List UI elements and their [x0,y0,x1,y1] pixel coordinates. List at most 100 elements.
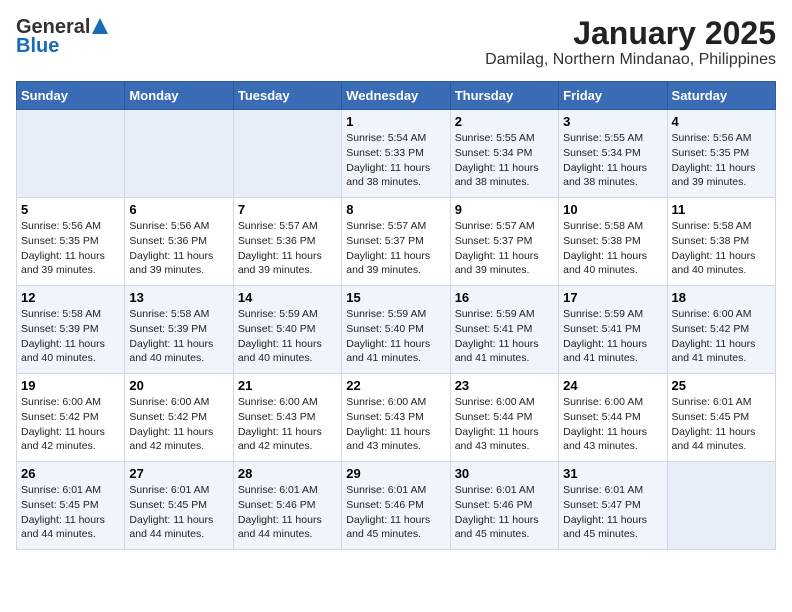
calendar-body: 1 Sunrise: 5:54 AMSunset: 5:33 PMDaylight… [17,110,776,550]
day-info: Sunrise: 5:58 AMSunset: 5:38 PMDaylight:… [563,219,662,278]
day-number: 12 [21,290,120,305]
day-info: Sunrise: 6:00 AMSunset: 5:44 PMDaylight:… [455,395,554,454]
logo-blue-text: Blue [16,35,59,58]
day-info: Sunrise: 6:01 AMSunset: 5:47 PMDaylight:… [563,483,662,542]
day-info: Sunrise: 5:58 AMSunset: 5:39 PMDaylight:… [21,307,120,366]
calendar-cell: 17 Sunrise: 5:59 AMSunset: 5:41 PMDayligh… [559,286,667,374]
calendar-cell: 30 Sunrise: 6:01 AMSunset: 5:46 PMDayligh… [450,462,558,550]
header-cell-saturday: Saturday [667,82,775,110]
calendar-cell: 8Sunrise: 5:57 AMSunset: 5:37 PMDaylight… [342,198,450,286]
day-number: 17 [563,290,662,305]
calendar-table: SundayMondayTuesdayWednesdayThursdayFrid… [16,81,776,550]
day-number: 24 [563,378,662,393]
calendar-cell: 5 Sunrise: 5:56 AMSunset: 5:35 PMDaylight… [17,198,125,286]
day-info: Sunrise: 5:58 AMSunset: 5:38 PMDaylight:… [672,219,771,278]
day-number: 16 [455,290,554,305]
calendar-cell: 2Sunrise: 5:55 AMSunset: 5:34 PMDaylight… [450,110,558,198]
calendar-cell: 13Sunrise: 5:58 AMSunset: 5:39 PMDayligh… [125,286,233,374]
day-info: Sunrise: 5:59 AMSunset: 5:40 PMDaylight:… [346,307,445,366]
day-info: Sunrise: 5:56 AMSunset: 5:35 PMDaylight:… [21,219,120,278]
day-number: 15 [346,290,445,305]
day-number: 26 [21,466,120,481]
calendar-cell: 25 Sunrise: 6:01 AMSunset: 5:45 PMDayligh… [667,374,775,462]
calendar-cell: 9 Sunrise: 5:57 AMSunset: 5:37 PMDaylight… [450,198,558,286]
day-info: Sunrise: 5:59 AMSunset: 5:41 PMDaylight:… [563,307,662,366]
day-number: 5 [21,202,120,217]
calendar-cell: 28 Sunrise: 6:01 AMSunset: 5:46 PMDayligh… [233,462,341,550]
calendar-cell: 4Sunrise: 5:56 AMSunset: 5:35 PMDaylight… [667,110,775,198]
day-number: 10 [563,202,662,217]
week-row-2: 5 Sunrise: 5:56 AMSunset: 5:35 PMDaylight… [17,198,776,286]
day-info: Sunrise: 6:01 AMSunset: 5:46 PMDaylight:… [346,483,445,542]
calendar-cell [17,110,125,198]
day-info: Sunrise: 6:01 AMSunset: 5:45 PMDaylight:… [129,483,228,542]
day-number: 29 [346,466,445,481]
day-number: 28 [238,466,337,481]
day-info: Sunrise: 5:59 AMSunset: 5:41 PMDaylight:… [455,307,554,366]
day-number: 21 [238,378,337,393]
week-row-4: 19 Sunrise: 6:00 AMSunset: 5:42 PMDayligh… [17,374,776,462]
logo: General Blue [16,16,109,58]
day-number: 11 [672,202,771,217]
calendar-cell: 6 Sunrise: 5:56 AMSunset: 5:36 PMDaylight… [125,198,233,286]
title-block: January 2025 Damilag, Northern Mindanao,… [485,16,776,69]
day-info: Sunrise: 6:01 AMSunset: 5:45 PMDaylight:… [672,395,771,454]
calendar-header: SundayMondayTuesdayWednesdayThursdayFrid… [17,82,776,110]
page-subtitle: Damilag, Northern Mindanao, Philippines [485,51,776,69]
day-info: Sunrise: 5:56 AMSunset: 5:36 PMDaylight:… [129,219,228,278]
day-info: Sunrise: 5:59 AMSunset: 5:40 PMDaylight:… [238,307,337,366]
calendar-cell: 19 Sunrise: 6:00 AMSunset: 5:42 PMDayligh… [17,374,125,462]
day-number: 22 [346,378,445,393]
calendar-cell: 1 Sunrise: 5:54 AMSunset: 5:33 PMDaylight… [342,110,450,198]
calendar-cell [233,110,341,198]
calendar-cell [667,462,775,550]
day-info: Sunrise: 5:57 AMSunset: 5:37 PMDaylight:… [346,219,445,278]
day-info: Sunrise: 5:55 AMSunset: 5:34 PMDaylight:… [563,131,662,190]
day-info: Sunrise: 6:00 AMSunset: 5:42 PMDaylight:… [21,395,120,454]
header-cell-wednesday: Wednesday [342,82,450,110]
calendar-cell: 20Sunrise: 6:00 AMSunset: 5:42 PMDayligh… [125,374,233,462]
day-info: Sunrise: 6:00 AMSunset: 5:43 PMDaylight:… [238,395,337,454]
header-cell-sunday: Sunday [17,82,125,110]
calendar-cell: 10 Sunrise: 5:58 AMSunset: 5:38 PMDayligh… [559,198,667,286]
day-number: 14 [238,290,337,305]
calendar-cell: 22Sunrise: 6:00 AMSunset: 5:43 PMDayligh… [342,374,450,462]
calendar-cell: 12 Sunrise: 5:58 AMSunset: 5:39 PMDayligh… [17,286,125,374]
day-info: Sunrise: 6:01 AMSunset: 5:46 PMDaylight:… [455,483,554,542]
calendar-cell [125,110,233,198]
calendar-cell: 29 Sunrise: 6:01 AMSunset: 5:46 PMDayligh… [342,462,450,550]
day-number: 7 [238,202,337,217]
calendar-cell: 23 Sunrise: 6:00 AMSunset: 5:44 PMDayligh… [450,374,558,462]
calendar-cell: 31 Sunrise: 6:01 AMSunset: 5:47 PMDayligh… [559,462,667,550]
day-number: 9 [455,202,554,217]
day-info: Sunrise: 5:57 AMSunset: 5:37 PMDaylight:… [455,219,554,278]
calendar-cell: 21 Sunrise: 6:00 AMSunset: 5:43 PMDayligh… [233,374,341,462]
day-info: Sunrise: 6:00 AMSunset: 5:42 PMDaylight:… [672,307,771,366]
day-number: 31 [563,466,662,481]
day-number: 13 [129,290,228,305]
calendar-cell: 27 Sunrise: 6:01 AMSunset: 5:45 PMDayligh… [125,462,233,550]
day-number: 18 [672,290,771,305]
day-number: 19 [21,378,120,393]
day-number: 25 [672,378,771,393]
calendar-cell: 15 Sunrise: 5:59 AMSunset: 5:40 PMDayligh… [342,286,450,374]
header-row: SundayMondayTuesdayWednesdayThursdayFrid… [17,82,776,110]
day-info: Sunrise: 6:00 AMSunset: 5:42 PMDaylight:… [129,395,228,454]
day-number: 6 [129,202,228,217]
day-number: 23 [455,378,554,393]
day-number: 1 [346,114,445,129]
logo-triangle-icon [91,17,109,35]
day-info: Sunrise: 6:01 AMSunset: 5:45 PMDaylight:… [21,483,120,542]
header-cell-monday: Monday [125,82,233,110]
calendar-cell: 11 Sunrise: 5:58 AMSunset: 5:38 PMDayligh… [667,198,775,286]
calendar-cell: 3 Sunrise: 5:55 AMSunset: 5:34 PMDaylight… [559,110,667,198]
day-number: 27 [129,466,228,481]
day-info: Sunrise: 6:00 AMSunset: 5:44 PMDaylight:… [563,395,662,454]
day-number: 3 [563,114,662,129]
week-row-3: 12 Sunrise: 5:58 AMSunset: 5:39 PMDayligh… [17,286,776,374]
day-info: Sunrise: 5:54 AMSunset: 5:33 PMDaylight:… [346,131,445,190]
day-number: 30 [455,466,554,481]
day-info: Sunrise: 6:01 AMSunset: 5:46 PMDaylight:… [238,483,337,542]
day-info: Sunrise: 5:55 AMSunset: 5:34 PMDaylight:… [455,131,554,190]
calendar-cell: 14 Sunrise: 5:59 AMSunset: 5:40 PMDayligh… [233,286,341,374]
